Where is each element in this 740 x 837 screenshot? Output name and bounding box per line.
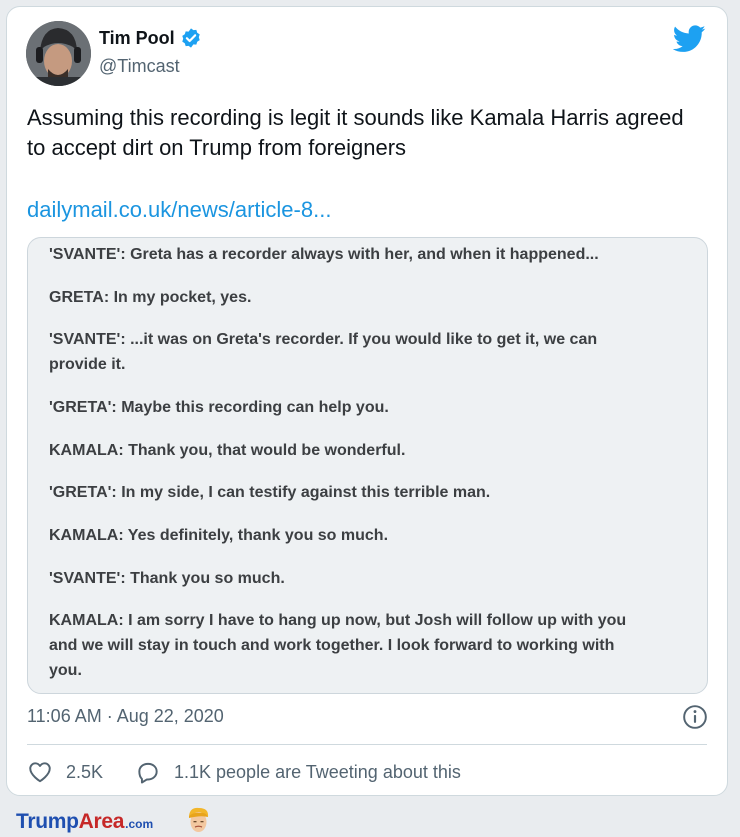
twitter-bird-icon[interactable] [673,25,706,53]
transcript-line: KAMALA: I am sorry I have to hang up now… [49,612,627,629]
author-row: Tim Pool [99,27,202,49]
transcript-line: you. [49,662,82,679]
author-name[interactable]: Tim Pool [99,28,175,49]
quoted-transcript-image[interactable]: 'SVANTE': Greta has a recorder always wi… [27,237,708,694]
transcript-line: 'GRETA': Maybe this recording can help y… [49,399,389,416]
watermark-part-trump: Trump [16,810,79,833]
watermark-logo: Trump Area .com [16,810,153,834]
like-count: 2.5K [66,761,104,782]
heart-icon [29,762,51,783]
tweet-text: Assuming this recording is legit it soun… [27,105,684,160]
info-icon[interactable] [682,704,708,730]
transcript-line: KAMALA: Yes definitely, thank you so muc… [49,527,389,544]
author-handle[interactable]: @Timcast [99,56,180,77]
transcript-line: and we will stay in touch and work toget… [49,637,615,654]
transcript-line: 'GRETA': In my side, I can testify again… [49,484,491,501]
transcript-line: GRETA: In my pocket, yes. [49,289,252,306]
transcript-line: 'SVANTE': ...it was on Greta's recorder.… [49,331,598,348]
watermark-part-com: .com [125,817,154,831]
verified-badge-icon [181,28,200,48]
avatar[interactable] [26,21,91,86]
like-button[interactable]: 2.5K [27,759,103,785]
discussion-button[interactable]: 1.1K people are Tweeting about this [135,759,461,785]
transcript-line: 'SVANTE': Greta has a recorder always wi… [49,246,599,263]
tweet-timestamp[interactable]: 11:06 AM · Aug 22, 2020 [27,706,224,727]
speech-bubble-icon [138,762,158,784]
watermark-face-icon [189,807,209,832]
article-link[interactable]: dailymail.co.uk/news/article-8... [27,197,331,223]
tweet-card: Tim Pool @Timcast Assuming this recordin… [6,6,728,796]
transcript-line: 'SVANTE': Thank you so much. [49,570,285,587]
transcript-line: provide it. [49,356,126,373]
watermark-part-area: Area [78,810,125,833]
divider [27,744,707,745]
discussion-text: 1.1K people are Tweeting about this [174,761,461,782]
transcript-line: KAMALA: Thank you, that would be wonderf… [49,442,406,459]
